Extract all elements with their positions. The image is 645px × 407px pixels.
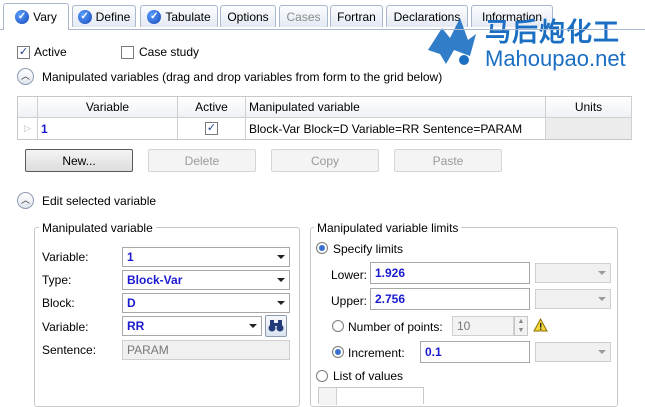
- case-study-checkbox[interactable]: [121, 46, 134, 59]
- check-circle-icon: ✓: [147, 9, 162, 24]
- specify-limits-label: Specify limits: [333, 242, 404, 256]
- edit-section-title: Edit selected variable: [42, 194, 157, 208]
- chevron-up-icon: ︿: [20, 195, 30, 205]
- tab-label: Fortran: [337, 9, 376, 24]
- block-label: Block:: [42, 296, 75, 310]
- dropdown-arrow-icon: [249, 324, 257, 328]
- binoculars-icon: [268, 320, 284, 332]
- list-of-values-label: List of values: [333, 369, 404, 383]
- lower-input[interactable]: 1.926: [370, 262, 530, 284]
- watermark-cn-text: 马后炮化工: [485, 18, 621, 48]
- tab-label: Tabulate: [165, 9, 211, 24]
- grid-header-units[interactable]: Units: [546, 97, 632, 118]
- tab-label: Define: [95, 9, 131, 24]
- tab-cases[interactable]: Cases: [279, 5, 328, 27]
- active-label: Active: [34, 45, 67, 59]
- dropdown-arrow-icon: [277, 255, 285, 259]
- warning-icon: [533, 318, 548, 332]
- dropdown-arrow-icon: [598, 350, 606, 354]
- dropdown-arrow-icon: [277, 278, 285, 282]
- collapse-manipulated-button[interactable]: ︿: [17, 68, 34, 85]
- increment-label: Increment:: [348, 346, 405, 360]
- manipulated-variable-group-title: Manipulated variable: [39, 221, 156, 235]
- case-study-label: Case study: [139, 45, 200, 59]
- grid-header-active[interactable]: Active: [178, 97, 246, 118]
- increment-input[interactable]: 0.1: [420, 341, 530, 363]
- list-of-values-radio[interactable]: [316, 370, 328, 382]
- upper-units-combo[interactable]: [535, 289, 611, 309]
- type-label: Type:: [42, 273, 72, 287]
- variable-combo-value: 1: [127, 250, 134, 264]
- block-combo[interactable]: D: [122, 293, 290, 313]
- tab-tabulate[interactable]: ✓ Tabulate: [140, 5, 218, 27]
- sentence-combo[interactable]: PARAM: [122, 340, 290, 360]
- grid-cell-variable[interactable]: 1: [38, 118, 178, 139]
- spin-up-icon[interactable]: ▲: [515, 317, 527, 326]
- dropdown-arrow-icon: [598, 271, 606, 275]
- sentence-combo-value: PARAM: [127, 343, 169, 357]
- check-circle-icon: ✓: [15, 10, 30, 24]
- collapse-edit-button[interactable]: ︿: [17, 192, 34, 209]
- dropdown-arrow-icon: [277, 301, 285, 305]
- tab-divider: [0, 29, 645, 30]
- grid-header-manipulated[interactable]: Manipulated variable: [246, 97, 546, 118]
- list-grid-row-header: [319, 388, 337, 405]
- grid-cell-manipulated[interactable]: Block-Var Block=D Variable=RR Sentence=P…: [246, 118, 546, 139]
- tab-options[interactable]: Options: [220, 5, 276, 27]
- sentence-label: Sentence:: [42, 343, 97, 357]
- number-of-points-label: Number of points:: [348, 320, 443, 334]
- limits-group-title: Manipulated variable limits: [314, 221, 462, 235]
- active-checkbox[interactable]: ✓: [17, 46, 30, 59]
- variable2-combo[interactable]: RR: [122, 316, 262, 336]
- grid-header-variable[interactable]: Variable: [38, 97, 178, 118]
- upper-input[interactable]: 2.756: [370, 288, 530, 310]
- lower-units-combo[interactable]: [535, 263, 611, 283]
- dropdown-arrow-icon: [598, 297, 606, 301]
- new-button[interactable]: New...: [25, 149, 133, 172]
- check-circle-icon: ✓: [77, 9, 92, 24]
- points-spinner[interactable]: ▲ ▼: [514, 316, 528, 336]
- lower-label: Lower:: [331, 268, 368, 282]
- manipulated-variables-grid: Variable Active Manipulated variable Uni…: [17, 96, 632, 140]
- list-of-values-grid[interactable]: [318, 387, 424, 405]
- manipulated-section-title: Manipulated variables (drag and drop var…: [42, 70, 443, 84]
- number-of-points-radio[interactable]: [332, 320, 344, 332]
- variable-label: Variable:: [42, 250, 89, 264]
- chevron-up-icon: ︿: [20, 71, 30, 81]
- grid-row-selector[interactable]: ▷: [18, 118, 38, 139]
- watermark-logo-icon: [428, 18, 476, 65]
- watermark-en-text: Mahoupao.net: [485, 46, 626, 71]
- increment-units-combo[interactable]: [535, 342, 611, 362]
- type-combo-value: Block-Var: [127, 273, 183, 287]
- grid-active-checkbox[interactable]: ✓: [205, 122, 218, 135]
- type-combo[interactable]: Block-Var: [122, 270, 290, 290]
- increment-radio[interactable]: [332, 346, 344, 358]
- grid-cell-units[interactable]: [546, 118, 632, 139]
- tab-fortran[interactable]: Fortran: [330, 5, 383, 27]
- grid-cell-active[interactable]: ✓: [178, 118, 246, 139]
- delete-button[interactable]: Delete: [148, 149, 256, 172]
- tab-label: Options: [227, 9, 269, 24]
- tab-label: Vary: [33, 10, 57, 24]
- variable2-combo-value: RR: [127, 319, 145, 333]
- spin-down-icon[interactable]: ▼: [515, 326, 527, 335]
- specify-limits-radio[interactable]: [316, 242, 328, 254]
- grid-row-header-cell: [18, 97, 38, 118]
- block-combo-value: D: [127, 296, 136, 310]
- upper-label: Upper:: [331, 294, 368, 308]
- variable-combo[interactable]: 1: [122, 247, 290, 267]
- search-variable-button[interactable]: [265, 315, 287, 337]
- copy-button[interactable]: Copy: [271, 149, 379, 172]
- tab-define[interactable]: ✓ Define: [72, 5, 136, 27]
- variable2-label: Variable:: [42, 320, 89, 334]
- tab-label: Cases: [286, 9, 321, 24]
- tab-vary[interactable]: ✓ Vary: [3, 3, 69, 30]
- number-of-points-input[interactable]: 10: [452, 316, 514, 336]
- paste-button[interactable]: Paste: [394, 149, 502, 172]
